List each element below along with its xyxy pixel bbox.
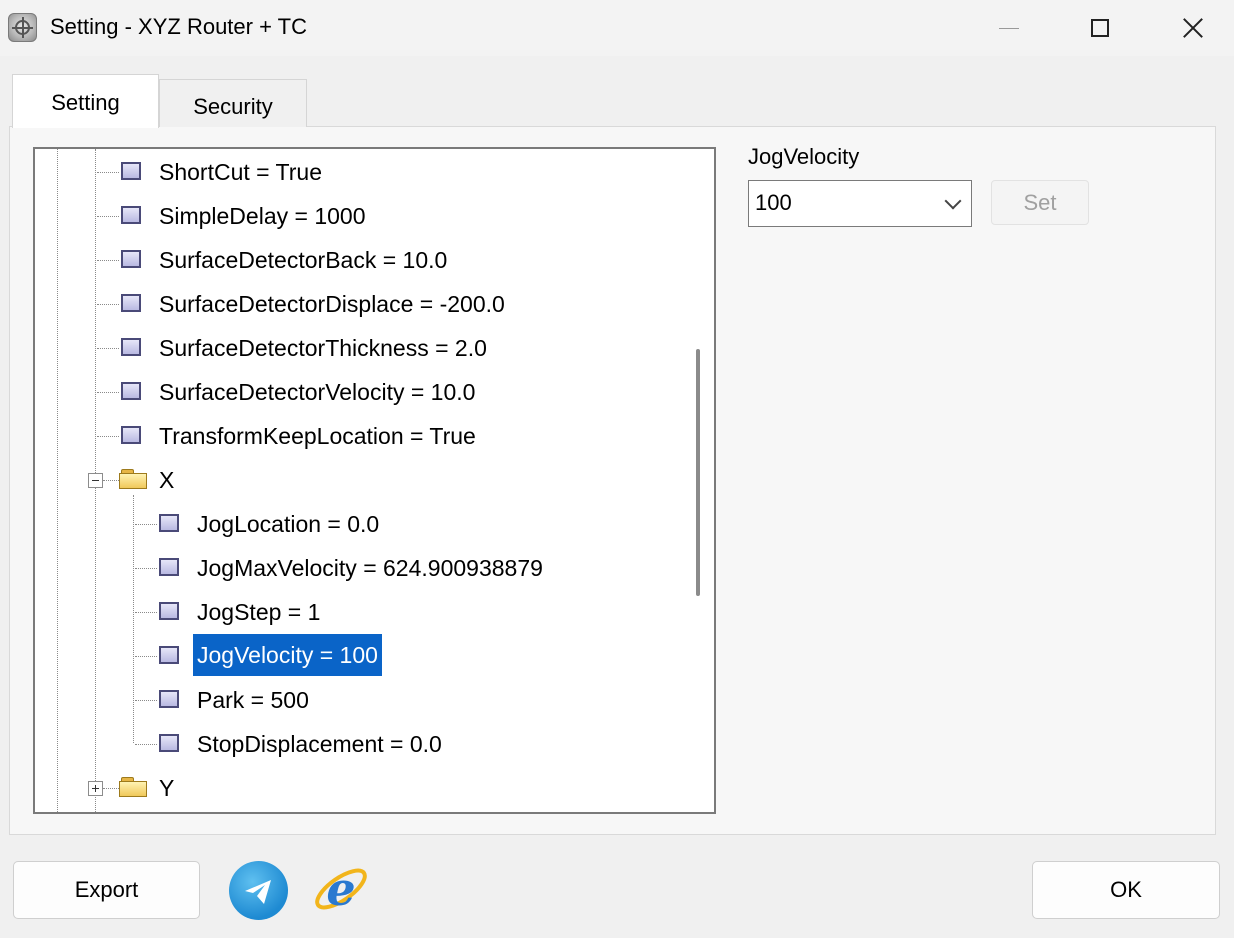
tree-item-label[interactable]: Park = 500 — [193, 678, 313, 722]
internet-explorer-icon[interactable]: e — [311, 858, 371, 920]
setting-node-icon — [121, 250, 141, 268]
tab-security[interactable]: Security — [159, 79, 307, 127]
tree-item-label[interactable]: X — [155, 458, 178, 502]
tree-item-label[interactable]: SurfaceDetectorDisplace = -200.0 — [155, 282, 509, 326]
tree-item-label[interactable]: SurfaceDetectorBack = 10.0 — [155, 238, 451, 282]
value-combobox[interactable]: 100 — [748, 180, 972, 227]
property-name-label: JogVelocity — [748, 144, 860, 169]
setting-node-icon — [121, 426, 141, 444]
tree-item-label[interactable]: JogStep = 1 — [193, 590, 324, 634]
tree-item-label-selected[interactable]: JogVelocity = 100 — [193, 634, 382, 676]
tab-setting[interactable]: Setting — [12, 74, 159, 128]
setting-node-icon — [121, 382, 141, 400]
setting-node-icon — [121, 294, 141, 312]
ok-button[interactable]: OK — [1032, 861, 1220, 919]
combobox-value: 100 — [755, 190, 792, 215]
svg-text:e: e — [326, 862, 355, 916]
close-icon — [1182, 17, 1204, 39]
expand-icon[interactable] — [88, 781, 103, 796]
setting-node-icon — [121, 162, 141, 180]
tree-line — [57, 149, 58, 812]
folder-closed-icon — [119, 777, 147, 797]
close-button[interactable] — [1148, 0, 1234, 56]
tree-item-label[interactable]: JogMaxVelocity = 624.900938879 — [193, 546, 547, 590]
tree-item-label[interactable]: SimpleDelay = 1000 — [155, 194, 369, 238]
tree-item-label[interactable]: StopDisplacement = 0.0 — [193, 722, 446, 766]
setting-node-icon — [159, 514, 179, 532]
setting-node-icon — [159, 602, 179, 620]
tree-line — [95, 797, 96, 812]
tree-line — [133, 495, 134, 743]
app-icon — [8, 13, 37, 42]
telegram-icon[interactable] — [229, 861, 288, 920]
title-bar: Setting - XYZ Router + TC — [0, 0, 1234, 56]
window-title: Setting - XYZ Router + TC — [50, 14, 307, 39]
tree-line — [95, 149, 96, 781]
scrollbar-thumb[interactable] — [696, 349, 700, 596]
maximize-button[interactable] — [1055, 0, 1145, 56]
settings-tree[interactable]: ShortCut = True SimpleDelay = 1000 Surfa… — [33, 147, 716, 814]
minimize-icon — [999, 27, 1019, 29]
export-button[interactable]: Export — [13, 861, 200, 919]
tree-item-label[interactable]: ShortCut = True — [155, 150, 326, 194]
setting-node-icon — [121, 338, 141, 356]
minimize-button[interactable] — [964, 0, 1054, 56]
setting-node-icon — [159, 734, 179, 752]
setting-node-icon — [121, 206, 141, 224]
setting-node-icon — [159, 646, 179, 664]
tree-item-label[interactable]: Y — [155, 766, 178, 810]
chevron-down-icon[interactable] — [944, 192, 962, 210]
tree-item-label[interactable]: TransformKeepLocation = True — [155, 414, 480, 458]
collapse-icon[interactable] — [88, 473, 103, 488]
set-button[interactable]: Set — [991, 180, 1089, 225]
setting-node-icon — [159, 558, 179, 576]
tree-item-label[interactable]: SurfaceDetectorVelocity = 10.0 — [155, 370, 479, 414]
tree-item-label[interactable]: JogLocation = 0.0 — [193, 502, 383, 546]
folder-open-icon — [119, 469, 147, 489]
tree-item-label[interactable]: SurfaceDetectorThickness = 2.0 — [155, 326, 491, 370]
maximize-icon — [1091, 19, 1109, 37]
setting-node-icon — [159, 690, 179, 708]
